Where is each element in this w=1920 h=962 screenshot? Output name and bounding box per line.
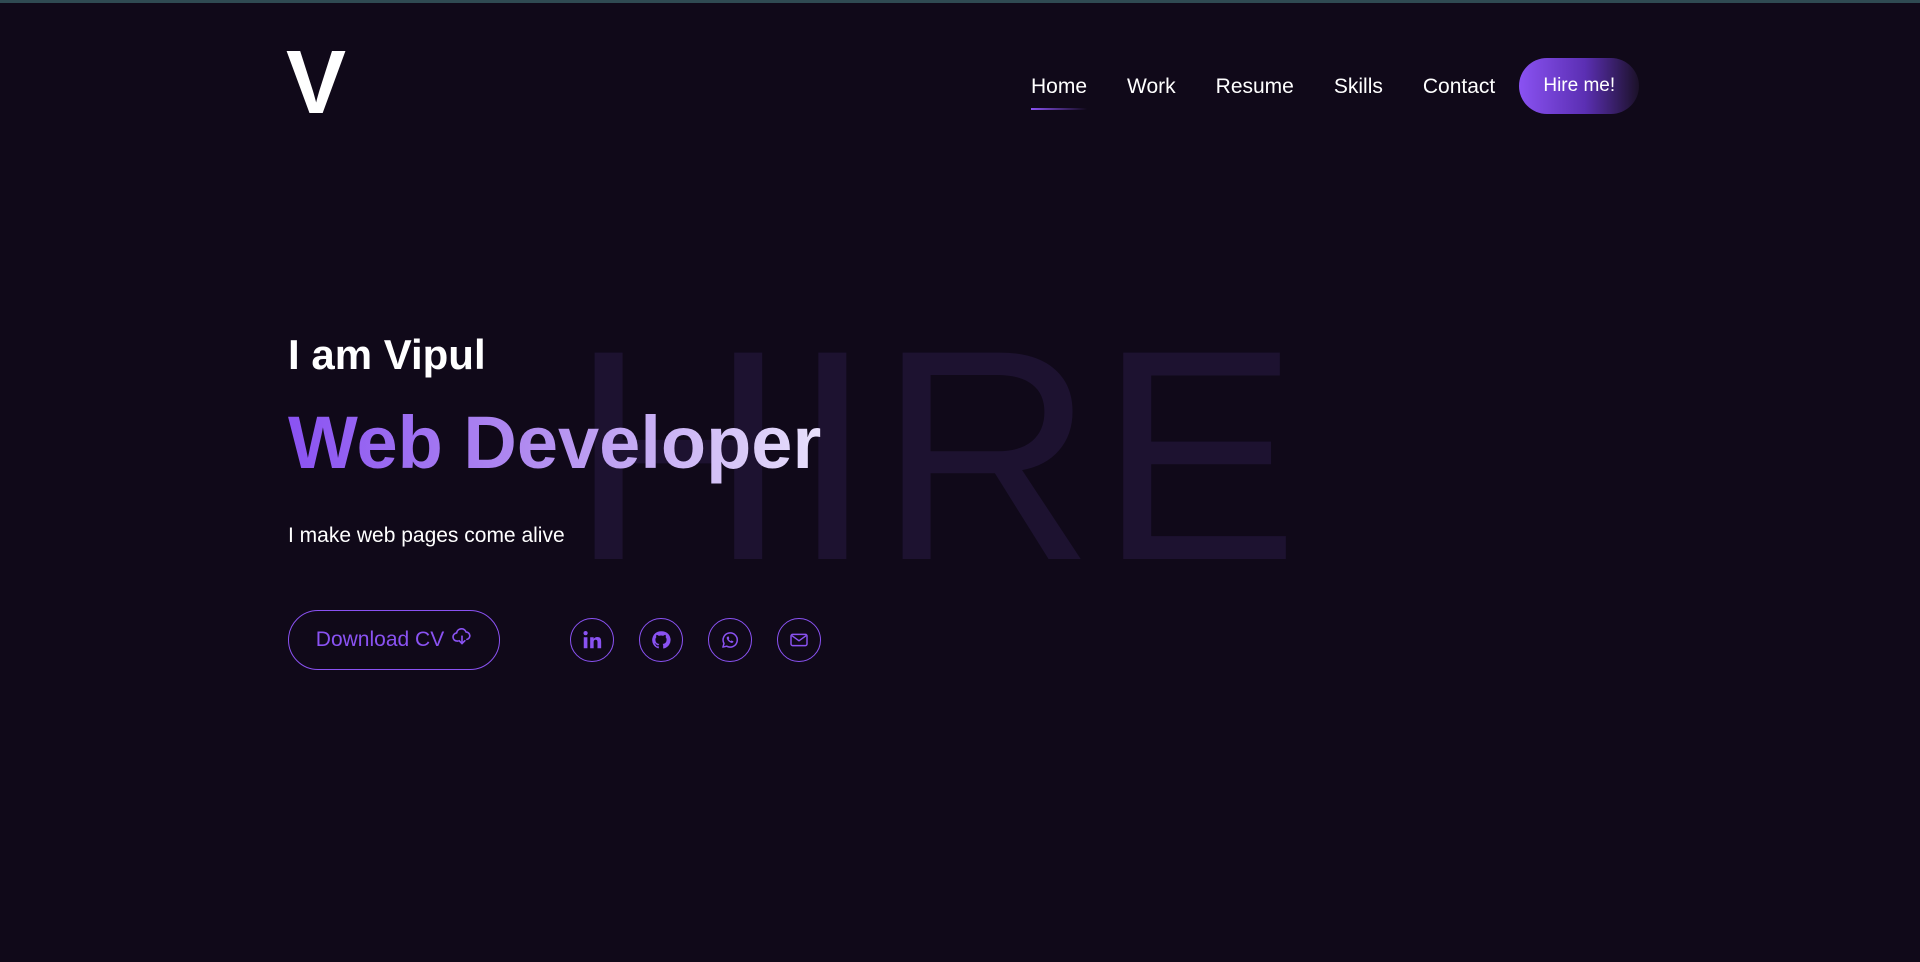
download-cv-label: Download CV: [315, 628, 445, 651]
greeting-heading: I am Vipul: [288, 331, 486, 378]
email-link[interactable]: [777, 618, 821, 662]
top-border: [0, 0, 1920, 3]
nav-item-home[interactable]: Home: [1031, 59, 1088, 114]
cloud-download-icon: [452, 627, 472, 652]
whatsapp-link[interactable]: [708, 618, 752, 662]
role-title: Web Developer: [288, 402, 828, 484]
social-links: [570, 618, 821, 662]
hire-me-button[interactable]: Hire me!: [1519, 58, 1640, 114]
github-link[interactable]: [639, 618, 683, 662]
mail-icon: [789, 632, 809, 648]
linkedin-icon: [581, 629, 603, 651]
nav-item-skills[interactable]: Skills: [1334, 59, 1383, 114]
whatsapp-icon: [720, 630, 740, 650]
nav-item-contact[interactable]: Contact: [1423, 59, 1495, 114]
download-cv-button[interactable]: Download CV: [288, 610, 500, 670]
site-logo[interactable]: V: [286, 38, 346, 128]
nav-item-resume[interactable]: Resume: [1216, 59, 1294, 114]
hero-actions: Download CV: [288, 610, 821, 670]
github-icon: [651, 630, 671, 650]
tagline: I make web pages come alive: [288, 523, 565, 547]
page: V Home Work Resume Skills Contact Hire m…: [0, 0, 1920, 962]
hero-section: I am Vipul Web Developer I make web page…: [288, 330, 828, 548]
nav-item-work[interactable]: Work: [1127, 59, 1176, 114]
linkedin-link[interactable]: [570, 618, 614, 662]
main-nav: Home Work Resume Skills Contact Hire me!: [1031, 58, 1640, 114]
